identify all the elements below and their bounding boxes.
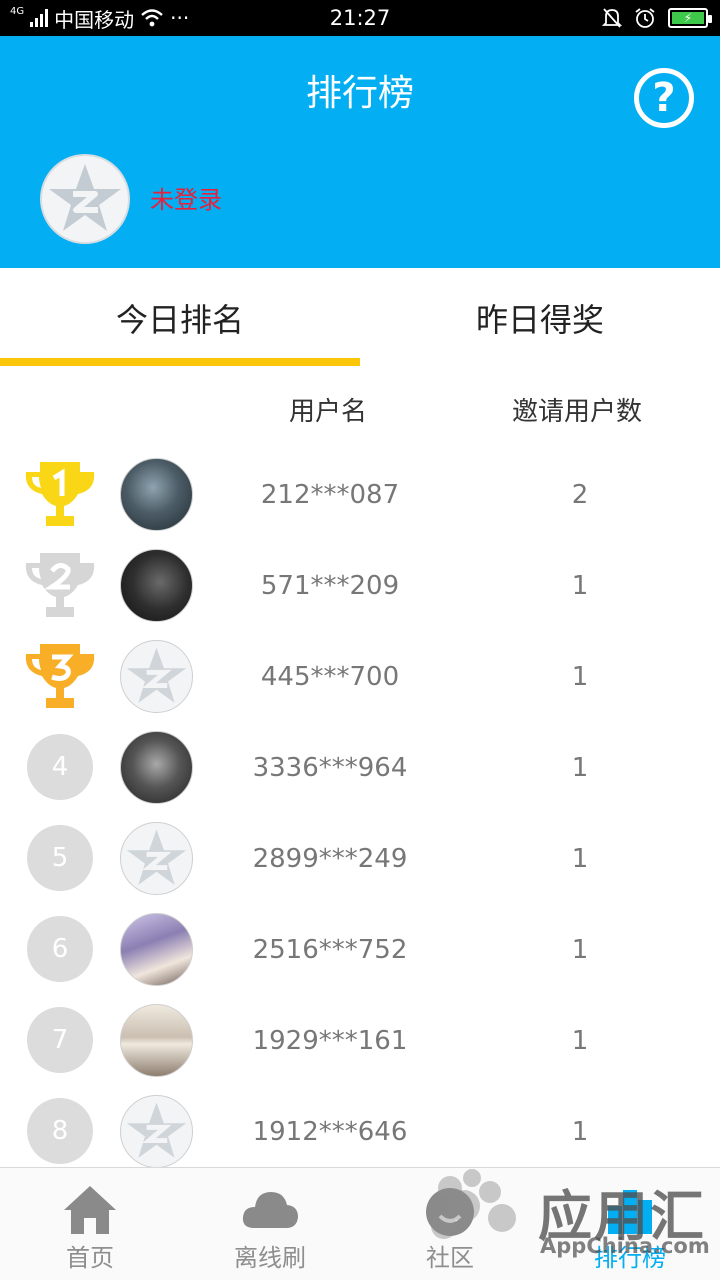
ranking-row[interactable]: 4 3336***964 1 [0, 731, 720, 822]
username: 3336***964 [252, 753, 408, 783]
user-avatar[interactable] [40, 154, 130, 244]
tab-today-ranking[interactable]: 今日排名 [0, 268, 360, 368]
active-tab-indicator [0, 358, 360, 366]
default-avatar-icon [126, 829, 187, 885]
nav-home[interactable]: 首页 [0, 1168, 180, 1280]
help-button[interactable]: ? [634, 68, 694, 128]
default-avatar-icon [126, 647, 187, 703]
invite-count: 1 [571, 1117, 589, 1147]
gold-trophy-icon [25, 462, 95, 526]
ranking-row[interactable]: 6 2516***752 1 [0, 913, 720, 1004]
nav-offline-label: 离线刷 [234, 1244, 306, 1272]
column-header-invites: 邀请用户数 [512, 397, 643, 427]
invite-count: 1 [571, 935, 589, 965]
rank-number-badge: 4 [27, 734, 93, 800]
username: 1929***161 [252, 1026, 408, 1056]
user-avatar-photo [120, 1004, 193, 1077]
battery-icon: ⚡ [668, 8, 712, 28]
invite-count: 1 [571, 662, 589, 692]
default-avatar [120, 640, 193, 713]
cloud-icon [242, 1192, 298, 1228]
nav-home-label: 首页 [66, 1244, 114, 1272]
login-status[interactable]: 未登录 [150, 180, 222, 215]
nav-ranking[interactable]: 排行榜 [540, 1168, 720, 1280]
rank-number-badge: 6 [27, 916, 93, 982]
silver-trophy-icon [25, 553, 95, 617]
user-avatar-photo [120, 458, 193, 531]
username: 212***087 [260, 480, 400, 510]
bronze-trophy-icon [25, 644, 95, 708]
rank-number-badge: 8 [27, 1098, 93, 1164]
ranking-row[interactable]: 5 2899***249 1 [0, 822, 720, 913]
username: 1912***646 [252, 1117, 408, 1147]
column-header-username: 用户名 [289, 397, 368, 427]
tab-yesterday-awards[interactable]: 昨日得奖 [360, 268, 720, 368]
tab-bar: 今日排名 昨日得奖 [0, 268, 720, 368]
invite-count: 2 [571, 480, 589, 510]
username: 2899***249 [252, 844, 408, 874]
invite-count: 1 [571, 753, 589, 783]
alarm-clock-icon [635, 8, 655, 28]
invite-count: 1 [571, 571, 589, 601]
default-avatar-icon [49, 164, 121, 231]
username: 445***700 [260, 662, 400, 692]
home-icon [64, 1186, 116, 1234]
default-avatar [120, 822, 193, 895]
username: 2516***752 [252, 935, 408, 965]
bottom-navigation: 首页 离线刷 社区 排行榜 [0, 1167, 720, 1280]
rank-number-badge: 7 [27, 1007, 93, 1073]
ranking-row[interactable]: 7 1929***161 1 [0, 1004, 720, 1095]
header: 排行榜 ? 未登录 [0, 36, 720, 268]
ranking-row[interactable]: 445***700 1 [0, 640, 720, 731]
ranking-row[interactable]: 212***087 2 [0, 458, 720, 549]
ranking-icon [608, 1190, 652, 1234]
user-avatar-photo [120, 731, 193, 804]
default-avatar-icon [126, 1102, 187, 1158]
nav-offline[interactable]: 离线刷 [180, 1168, 360, 1280]
community-icon [426, 1188, 474, 1236]
invite-count: 1 [571, 844, 589, 874]
default-avatar [120, 1095, 193, 1168]
page-title: 排行榜 [305, 73, 414, 114]
user-avatar-photo [120, 549, 193, 622]
nav-ranking-label: 排行榜 [594, 1244, 666, 1272]
status-right: ⚡ [602, 0, 712, 36]
mute-bell-icon [602, 8, 622, 28]
invite-count: 1 [571, 1026, 589, 1056]
nav-community[interactable]: 社区 [360, 1168, 540, 1280]
rank-number-badge: 5 [27, 825, 93, 891]
nav-community-label: 社区 [426, 1244, 474, 1272]
ranking-row[interactable]: 571***209 1 [0, 549, 720, 640]
user-avatar-photo [120, 913, 193, 986]
username: 571***209 [260, 571, 400, 601]
status-bar: 4G 中国移动 ··· 21:27 ⚡ [0, 0, 720, 36]
